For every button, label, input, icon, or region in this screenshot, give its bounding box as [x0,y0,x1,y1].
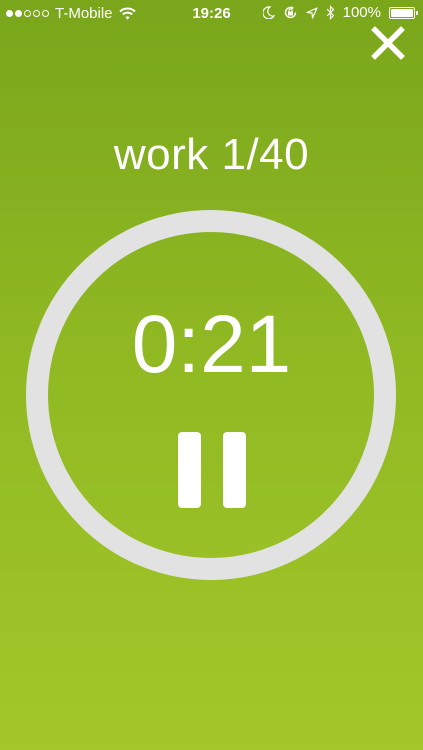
interval-label: work 1/40 [113,130,310,179]
battery-percent: 100% [342,4,381,21]
timer-ring [26,210,396,580]
rotation-lock-icon [284,6,296,19]
battery-icon [389,6,418,19]
status-right: 100% [262,4,418,21]
location-icon [306,6,318,19]
close-button[interactable] [371,26,405,60]
countdown-timer: 0:21 [131,299,292,390]
bluetooth-icon [326,5,334,20]
close-icon [371,26,405,60]
status-bar: T-Mobile 19:26 100% [0,0,423,28]
pause-button[interactable] [176,432,248,510]
moon-icon [262,6,275,19]
